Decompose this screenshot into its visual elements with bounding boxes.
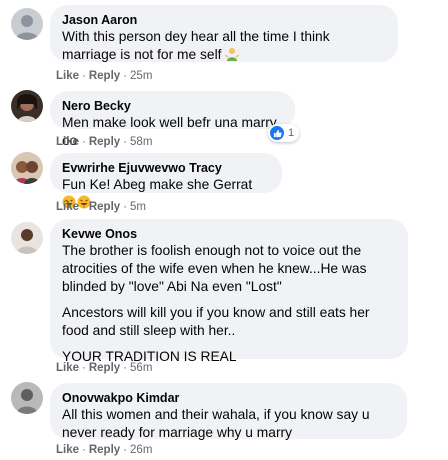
avatar[interactable] xyxy=(11,382,43,414)
reaction-count: 1 xyxy=(288,127,295,139)
comment-text: All this women and their wahala, if you … xyxy=(62,407,370,440)
avatar[interactable] xyxy=(11,222,43,254)
comment-text: With this person dey hear all the time I… xyxy=(62,28,386,66)
comment-time[interactable]: 58m xyxy=(130,136,152,148)
comment-time[interactable]: 56m xyxy=(130,362,152,374)
comment-actions: Like · Reply · 56m xyxy=(56,362,153,374)
avatar[interactable] xyxy=(11,8,43,40)
comment-bubble: Kevwe Onos The brother is foolish enough… xyxy=(50,219,408,364)
avatar[interactable] xyxy=(11,152,43,184)
comment-author[interactable]: Nero Becky xyxy=(62,98,283,114)
comment-bubble: Onovwakpo Kimdar All this women and thei… xyxy=(50,383,407,440)
comment-author[interactable]: Evwrirhe Ejuvwevwo Tracy xyxy=(62,160,270,176)
comment-actions: Like · Reply · 5m xyxy=(56,201,147,213)
reply-link[interactable]: Reply xyxy=(89,362,120,374)
like-link[interactable]: Like xyxy=(56,444,79,456)
comment-author[interactable]: Kevwe Onos xyxy=(62,226,396,242)
like-icon xyxy=(270,126,284,140)
comment-author[interactable]: Jason Aaron xyxy=(62,12,386,28)
reply-link[interactable]: Reply xyxy=(89,201,120,213)
comment-author[interactable]: Onovwakpo Kimdar xyxy=(62,390,395,406)
reaction-summary[interactable]: 1 xyxy=(268,124,300,142)
comment-time[interactable]: 26m xyxy=(130,444,152,456)
comment-actions: Like · Reply · 25m xyxy=(56,70,153,82)
reply-link[interactable]: Reply xyxy=(89,444,120,456)
like-link[interactable]: Like xyxy=(56,201,79,213)
comment-bubble: Jason Aaron With this person dey hear al… xyxy=(50,5,398,62)
avatar[interactable] xyxy=(11,90,43,122)
comment-bubble: Nero Becky Men make look well befr una m… xyxy=(50,91,295,148)
like-link[interactable]: Like xyxy=(56,70,79,82)
reply-link[interactable]: Reply xyxy=(89,70,120,82)
comment-actions: Like · Reply · 26m xyxy=(56,444,153,456)
comment-actions: Like · Reply · 58m xyxy=(56,136,153,148)
comment-text: The brother is foolish enough not to voi… xyxy=(62,243,370,364)
reply-link[interactable]: Reply xyxy=(89,136,120,148)
man-shrugging-icon xyxy=(224,47,240,66)
comment-time[interactable]: 25m xyxy=(130,70,152,82)
like-link[interactable]: Like xyxy=(56,362,79,374)
comment-time[interactable]: 5m xyxy=(130,201,146,213)
like-link[interactable]: Like xyxy=(56,136,79,148)
comment-bubble: Evwrirhe Ejuvwevwo Tracy Fun Ke! Abeg ma… xyxy=(50,153,282,209)
